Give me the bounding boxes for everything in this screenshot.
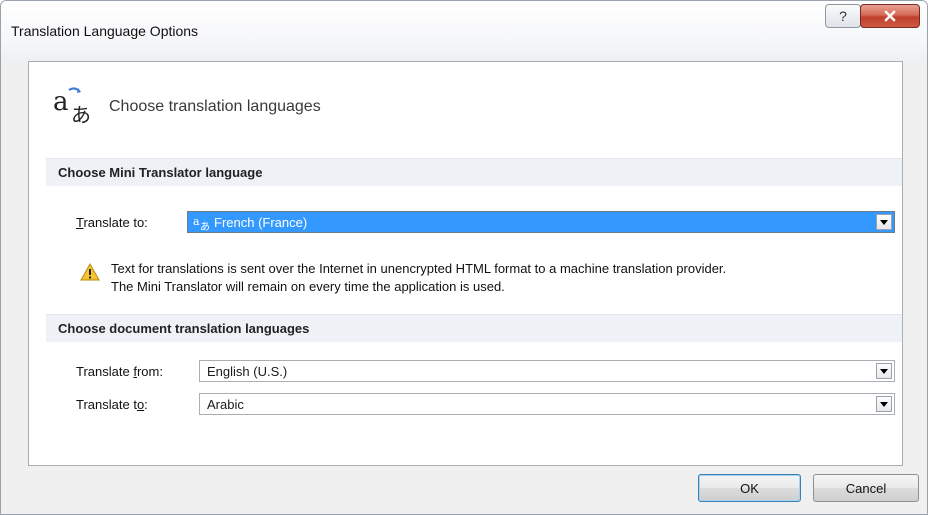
dropdown-arrow[interactable] xyxy=(876,396,892,412)
section-title: Choose document translation languages xyxy=(58,321,310,336)
cancel-button[interactable]: Cancel xyxy=(813,474,919,502)
dropdown-arrow[interactable] xyxy=(876,363,892,379)
chevron-down-icon xyxy=(880,368,888,374)
translate-to-doc-label: Translate to: xyxy=(76,397,148,412)
selected-value: English (U.S.) xyxy=(207,364,288,379)
dropdown-arrow[interactable] xyxy=(876,214,892,230)
dialog-window: Translation Language Options ? a あ Choos… xyxy=(0,0,928,515)
translate-to-doc-select[interactable]: Arabic xyxy=(199,393,895,415)
page-title: Choose translation languages xyxy=(109,98,321,115)
selected-value: Arabic xyxy=(207,397,244,412)
translate-from-select[interactable]: English (U.S.) xyxy=(199,360,895,382)
svg-text:あ: あ xyxy=(71,103,91,124)
selected-value: French (France) xyxy=(214,215,308,230)
section-mini-translator: Choose Mini Translator language xyxy=(46,158,902,186)
close-icon xyxy=(884,10,896,22)
section-title: Choose Mini Translator language xyxy=(58,165,263,180)
warning-text-line1: Text for translations is sent over the I… xyxy=(111,261,727,276)
window-title: Translation Language Options xyxy=(11,23,199,39)
content-panel: a あ Choose translation languages Choose … xyxy=(28,61,903,466)
svg-text:a: a xyxy=(53,87,69,117)
chevron-down-icon xyxy=(880,219,888,225)
help-icon: ? xyxy=(839,8,847,24)
chevron-down-icon xyxy=(880,401,888,407)
svg-text:a: a xyxy=(193,215,200,228)
mini-translator-language-select[interactable]: a あ French (France) xyxy=(187,211,895,233)
translate-small-icon: a あ xyxy=(193,215,210,231)
section-document-translation: Choose document translation languages xyxy=(46,314,902,342)
translate-from-label: Translate from: xyxy=(76,364,163,379)
ok-button[interactable]: OK xyxy=(698,474,801,502)
close-button[interactable] xyxy=(860,4,920,28)
warning-icon xyxy=(80,263,100,281)
title-bar: Translation Language Options ? xyxy=(1,1,927,61)
warning-text-line2: The Mini Translator will remain on every… xyxy=(111,279,505,294)
translate-to-label: Translate to: xyxy=(76,215,148,230)
help-button[interactable]: ? xyxy=(825,4,861,28)
translate-icon: a あ xyxy=(53,87,91,124)
svg-text:あ: あ xyxy=(200,221,210,231)
